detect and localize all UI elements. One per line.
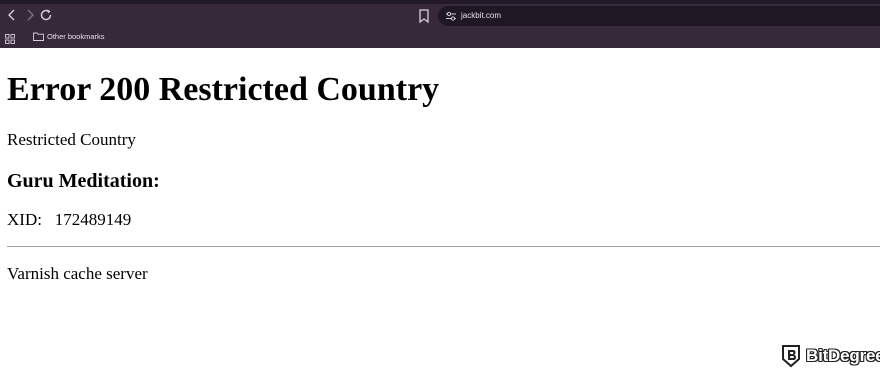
tune-icon xyxy=(446,11,456,21)
browser-toolbar: jackbit.com Other bookmarks xyxy=(0,0,880,48)
other-bookmarks-label: Other bookmarks xyxy=(47,32,105,41)
error-message: Restricted Country xyxy=(7,130,136,149)
error-heading: Error 200 Restricted Country xyxy=(7,71,440,108)
xid-text: XID: 172489149 xyxy=(7,210,132,229)
url-text[interactable]: jackbit.com xyxy=(461,9,501,23)
bookmarks-bar: Other bookmarks xyxy=(0,28,880,48)
chevron-right-icon xyxy=(27,9,34,21)
divider xyxy=(7,246,880,247)
bitdegree-watermark: BitDegree xyxy=(781,342,880,370)
bookmark-page-button[interactable] xyxy=(417,8,431,24)
apps-grid-icon xyxy=(5,34,15,44)
reload-icon xyxy=(40,9,52,21)
guru-meditation-heading: Guru Meditation: xyxy=(7,170,160,192)
chevron-left-icon xyxy=(8,9,15,21)
bookmark-icon xyxy=(419,9,429,24)
address-bar[interactable]: jackbit.com xyxy=(438,6,880,26)
forward-button[interactable] xyxy=(22,7,38,23)
page-content: Error 200 Restricted Country Restricted … xyxy=(0,48,880,375)
reload-button[interactable] xyxy=(38,7,54,23)
site-info-button[interactable] xyxy=(444,9,458,23)
bitdegree-wordmark: BitDegree xyxy=(806,346,880,365)
server-footer: Varnish cache server xyxy=(7,264,148,283)
back-button[interactable] xyxy=(4,7,20,23)
folder-icon xyxy=(33,32,44,41)
bitdegree-logo-icon xyxy=(782,345,800,368)
apps-button[interactable] xyxy=(5,31,15,44)
navigation-bar: jackbit.com xyxy=(0,4,880,28)
